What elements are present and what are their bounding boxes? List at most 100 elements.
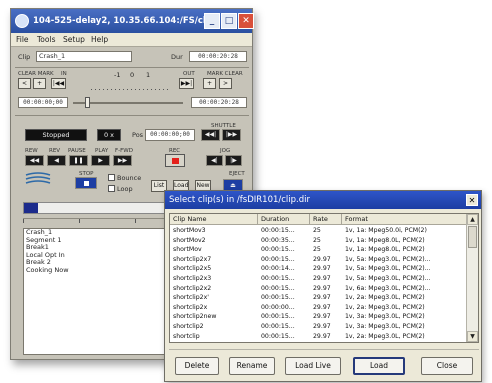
cell-duration: 00:00:15...	[261, 332, 295, 340]
clip-name-field[interactable]: Crash_1	[36, 51, 132, 62]
cell-clip-name: shortclip2	[173, 323, 204, 330]
load-button[interactable]: Load	[353, 357, 405, 375]
shuttle-scale-pos: 1	[146, 71, 151, 79]
cell-clip-name: shortMov3	[173, 227, 206, 234]
clip-row[interactable]: shortclip2x7 00:00:15... 29.97 1v, 5a: Mpeg…	[170, 255, 467, 264]
clear-in-button[interactable]: <	[18, 78, 31, 89]
cell-rate: 29.97	[313, 284, 331, 292]
col-rate[interactable]: Rate	[310, 214, 342, 225]
clip-row[interactable]: shortMov3 00:00:15... 25 1v, 1a: Mpeg50.0i,…	[170, 226, 467, 235]
clip-row[interactable]: shortclip2x3 00:00:15... 29.97 1v, 5a: Mpeg…	[170, 274, 467, 283]
cell-format: 1v, 2a: Mpeg3.0L, PCM(2)	[345, 332, 425, 340]
jog-forward-button[interactable]: |▶	[225, 155, 242, 166]
menu-help[interactable]: Help	[91, 35, 108, 44]
maximize-icon[interactable]: □	[221, 13, 237, 29]
pos-value: 00:00:00;00	[145, 129, 195, 141]
pause-button[interactable]: ❚❚	[69, 155, 88, 166]
load-live-button[interactable]: Load Live	[285, 357, 341, 375]
clip-row[interactable]: shortMov 00:00:15... 25 1v, 1a: Mpeg8.0L, P…	[170, 245, 467, 254]
cell-rate: 29.97	[313, 332, 331, 340]
cell-duration: 00:00:35...	[261, 236, 295, 244]
mark-in-button[interactable]: +	[33, 78, 46, 89]
divider	[15, 115, 249, 116]
mark-out-button[interactable]: +	[203, 78, 216, 89]
scrollbar-thumb[interactable]	[468, 226, 477, 248]
pos-label: Pos	[132, 131, 144, 139]
clip-row[interactable]: shortclip 00:00:15... 29.97 1v, 2a: Mpeg3.0…	[170, 332, 467, 341]
out-time-field[interactable]: 00:00:20:28	[191, 97, 247, 108]
pause-label: PAUSE	[68, 148, 86, 154]
ruler-tick	[23, 219, 24, 223]
cell-rate: 25	[313, 236, 321, 244]
go-to-out-button[interactable]: ▶▶|	[179, 78, 194, 89]
menu-tools[interactable]: Tools	[37, 35, 55, 44]
scroll-up-icon[interactable]: ▲	[467, 214, 478, 225]
clip-row[interactable]: shortclip2x5 00:00:14... 29.97 1v, 5a: Mpeg…	[170, 264, 467, 273]
in-time-field[interactable]: 00:00:00;00	[18, 97, 68, 108]
shuttle-scale-neg: -1	[114, 71, 121, 79]
player-titlebar[interactable]: 104-525-delay2, 10.35.66.104:/FS/cli... …	[11, 9, 254, 33]
play-button[interactable]: ▶	[91, 155, 110, 166]
eject-label: EJECT	[229, 171, 245, 177]
select-clip-dialog: Select clip(s) in /fsDIR101/clip.dir ✕ C…	[164, 190, 482, 382]
clip-label: Clip	[18, 53, 31, 61]
divider	[169, 349, 479, 350]
speed-display: 0 x	[97, 129, 121, 141]
clip-row[interactable]: shortclip2new 00:00:15... 29.97 1v, 3a: Mpe…	[170, 312, 467, 321]
rewind-button[interactable]: ◀◀	[25, 155, 44, 166]
shuttle-fwd-button[interactable]: |▶▶	[222, 129, 241, 141]
rev-label: REV	[49, 148, 61, 154]
go-to-in-button[interactable]: |◀◀	[51, 78, 66, 89]
menu-file[interactable]: File	[16, 35, 29, 44]
stop-square-icon	[83, 181, 89, 186]
clip-table[interactable]: Clip Name Duration Rate Format shortMov3…	[169, 213, 479, 343]
shuttle-rev-button[interactable]: ◀◀|	[201, 129, 220, 141]
clip-row[interactable]: shortclip2x 00:00:00... 29.97 1v, 2a: Mpeg3…	[170, 303, 467, 312]
close-icon[interactable]: ✕	[238, 13, 254, 29]
reverse-button[interactable]: ◀	[47, 155, 66, 166]
rename-button[interactable]: Rename	[229, 357, 275, 375]
minimize-icon[interactable]: _	[204, 13, 220, 29]
cell-format: 1v, 6a: Mpeg3.0L, PCM(2)...	[345, 284, 431, 292]
close-button[interactable]: Close	[421, 357, 473, 375]
col-format[interactable]: Format	[342, 214, 467, 225]
dur-value: 00:00:20:28	[189, 51, 247, 62]
shuttle-scale-zero: 0	[130, 71, 135, 79]
cell-rate: 29.97	[313, 313, 331, 321]
clip-row[interactable]: shortMov2 00:00:35... 25 1v, 1a: Mpeg8.0L, …	[170, 236, 467, 245]
loop-label: Loop	[117, 185, 133, 193]
menubar: File Tools Setup Help	[11, 33, 252, 47]
dialog-title[interactable]: Select clip(s) in /fsDIR101/clip.dir	[165, 191, 481, 209]
jog-back-button[interactable]: ◀|	[206, 155, 223, 166]
clear-out-button[interactable]: >	[219, 78, 232, 89]
cell-clip-name: shortclip2new	[173, 313, 217, 321]
cell-duration: 00:00:15...	[261, 313, 295, 321]
record-dot-icon	[172, 158, 179, 164]
record-button[interactable]	[165, 154, 185, 167]
position-slider-thumb[interactable]	[85, 97, 90, 108]
close-icon[interactable]: ✕	[466, 194, 478, 206]
bounce-checkbox[interactable]	[108, 174, 115, 181]
cell-clip-name: shortMov2	[173, 236, 206, 244]
scroll-down-icon[interactable]: ▼	[467, 331, 478, 342]
clip-row[interactable]: shortclip2x2 00:00:15... 29.97 1v, 6a: Mpeg…	[170, 284, 467, 293]
stop-button[interactable]	[75, 177, 97, 189]
clip-row[interactable]: shortclip2x' 00:00:15... 29.97 1v, 2a: Mpeg…	[170, 293, 467, 302]
clip-row[interactable]: shortclip2 00:00:15... 29.97 1v, 3a: Mpeg3.…	[170, 322, 467, 331]
fast-forward-button[interactable]: ▶▶	[113, 155, 132, 166]
cell-format: 1v, 5a: Mpeg3.0L, PCM(2)...	[345, 265, 431, 273]
delete-button[interactable]: Delete	[175, 357, 219, 375]
status-display: Stopped	[25, 129, 87, 141]
cell-format: 1v, 1a: Mpeg8.0L, PCM(2)	[345, 236, 425, 244]
cell-clip-name: shortclip2x7	[173, 255, 212, 263]
col-duration[interactable]: Duration	[258, 214, 310, 225]
cell-rate: 25	[313, 246, 321, 254]
play-label: PLAY	[95, 148, 109, 154]
cell-rate: 29.97	[313, 275, 331, 282]
loop-checkbox[interactable]	[108, 185, 115, 192]
ruler-tick	[79, 219, 80, 223]
cell-format: 1v, 2a: Mpeg3.0L, PCM(2)	[345, 303, 425, 311]
col-clip-name[interactable]: Clip Name	[170, 214, 258, 225]
clip-table-scrollbar[interactable]: ▲ ▼	[466, 214, 478, 342]
menu-setup[interactable]: Setup	[63, 35, 85, 44]
